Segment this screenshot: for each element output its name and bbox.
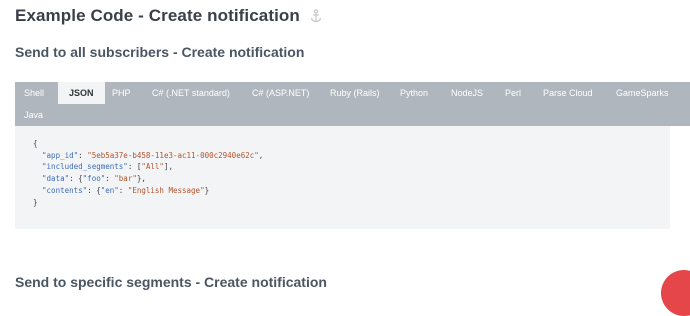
tab-ruby-rails[interactable]: Ruby (Rails) [330,82,380,104]
code-block: { "app_id": "5eb5a37e-b458-11e3-ac11-000… [15,126,670,229]
tab-csharp-aspnet[interactable]: C# (ASP.NET) [252,82,309,104]
tab-java[interactable]: Java [24,104,43,126]
tab-perl[interactable]: Perl [505,82,521,104]
tab-php[interactable]: PHP [112,82,131,104]
language-tab-bar: Shell JSON PHP C# (.NET standard) C# (AS… [15,82,690,126]
tab-gamesparks[interactable]: GameSparks [616,82,669,104]
tab-shell[interactable]: Shell [24,82,44,104]
tab-parse-cloud[interactable]: Parse Cloud [543,82,593,104]
tab-csharp-net-standard[interactable]: C# (.NET standard) [152,82,230,104]
anchor-link-icon[interactable] [310,9,322,23]
json-code: { "app_id": "5eb5a37e-b458-11e3-ac11-000… [33,139,264,207]
page-title: Example Code - Create notification [15,6,300,25]
tab-json[interactable]: JSON [58,82,105,104]
help-chat-button[interactable] [661,270,690,316]
next-section-title: Send to specific segments - Create notif… [15,274,327,290]
section-title: Send to all subscribers - Create notific… [15,44,305,60]
tab-python[interactable]: Python [400,82,428,104]
page-header: Example Code - Create notification [15,6,322,26]
tab-nodejs[interactable]: NodeJS [451,82,483,104]
